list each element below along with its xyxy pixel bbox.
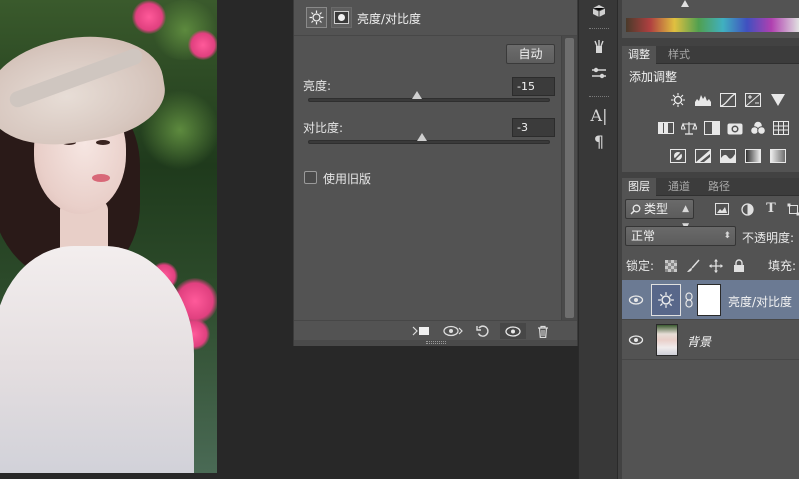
hue-saturation-icon[interactable] xyxy=(657,120,675,136)
adjustments-tabbar: 调整 样式 xyxy=(622,46,799,64)
properties-panel: 亮度/对比度 自动 亮度: -15 对比度: -3 使用旧版 xyxy=(293,0,578,346)
filter-type-icon[interactable]: T xyxy=(763,200,779,216)
lock-brush-icon[interactable] xyxy=(685,258,701,274)
filter-adjustment-icon[interactable] xyxy=(739,201,755,217)
exposure-icon[interactable] xyxy=(744,92,762,108)
clip-to-layer-icon[interactable] xyxy=(408,323,434,339)
properties-body: 自动 亮度: -15 对比度: -3 使用旧版 xyxy=(294,36,562,320)
properties-header: 亮度/对比度 xyxy=(294,0,577,36)
invert-icon[interactable] xyxy=(669,148,687,164)
posterize-icon[interactable] xyxy=(694,148,712,164)
photo-flower xyxy=(188,30,217,60)
tab-channels[interactable]: 通道 xyxy=(662,178,696,196)
brightness-value-input[interactable]: -15 xyxy=(512,77,555,96)
legacy-label: 使用旧版 xyxy=(323,172,372,186)
layer-filter-label: 类型 xyxy=(644,202,669,216)
auto-button[interactable]: 自动 xyxy=(506,44,555,64)
visibility-eye-icon[interactable] xyxy=(628,332,644,348)
properties-scrollbar[interactable] xyxy=(561,36,577,320)
properties-title: 亮度/对比度 xyxy=(357,12,422,26)
collapsed-panel-strip: A| ¶ xyxy=(578,0,618,479)
threshold-icon[interactable] xyxy=(719,148,737,164)
brightness-label: 亮度: xyxy=(303,79,332,93)
properties-resize-grip[interactable] xyxy=(294,340,577,346)
brush-presets-icon[interactable] xyxy=(587,36,611,58)
tool-presets-icon[interactable] xyxy=(587,62,611,84)
paragraph-panel-icon[interactable]: ¶ xyxy=(587,130,611,152)
contrast-slider-thumb[interactable] xyxy=(416,133,427,141)
tab-styles[interactable]: 样式 xyxy=(662,46,696,64)
strip-grip[interactable] xyxy=(589,28,609,31)
color-ramp[interactable] xyxy=(622,0,799,38)
character-panel-icon[interactable]: A| xyxy=(587,104,611,126)
color-ramp-marker xyxy=(681,0,689,7)
brightness-contrast-icon[interactable] xyxy=(669,92,687,108)
gradient-map-icon[interactable] xyxy=(744,148,762,164)
layer-mask-thumbnail[interactable] xyxy=(697,284,721,316)
brightness-slider-thumb[interactable] xyxy=(411,91,422,99)
color-spectrum[interactable] xyxy=(626,18,799,32)
properties-footer xyxy=(294,320,577,340)
layer-name[interactable]: 背景 xyxy=(687,333,711,350)
curves-icon[interactable] xyxy=(719,92,737,108)
tab-layers[interactable]: 图层 xyxy=(622,178,656,196)
layer-name[interactable]: 亮度/对比度 xyxy=(728,293,792,310)
opacity-label: 不透明度: xyxy=(742,231,795,245)
layers-tabbar: 图层 通道 路径 xyxy=(622,178,799,196)
blend-mode-dropdown[interactable]: 正常 ⬍ xyxy=(625,226,736,246)
photo-lips xyxy=(92,174,110,182)
3d-cube-icon[interactable] xyxy=(587,0,611,22)
photo-dress xyxy=(0,246,194,473)
visibility-eye-icon[interactable] xyxy=(628,292,644,308)
layer-row-background[interactable]: 背景 xyxy=(622,320,799,360)
legacy-checkbox[interactable] xyxy=(304,171,317,184)
selective-color-icon[interactable] xyxy=(769,148,787,164)
tab-paths[interactable]: 路径 xyxy=(702,178,736,196)
contrast-label: 对比度: xyxy=(303,121,344,135)
brightness-contrast-icon[interactable] xyxy=(306,7,327,28)
layer-filter-dropdown[interactable]: 类型 ▲▼ xyxy=(625,199,694,232)
color-balance-icon[interactable] xyxy=(680,120,698,136)
lock-transparent-icon[interactable] xyxy=(663,258,679,274)
right-panel-dock: 调整 样式 添加调整 图层 通道 路径 类型 ▲▼ xyxy=(618,0,799,479)
filter-pixel-icon[interactable] xyxy=(714,201,730,217)
search-icon xyxy=(630,204,641,215)
brightness-contrast-icon xyxy=(658,292,674,308)
fill-label: 填充: xyxy=(768,259,797,273)
black-white-icon[interactable] xyxy=(703,120,721,136)
vibrance-triangle-icon[interactable] xyxy=(769,92,787,108)
chain-link-icon[interactable] xyxy=(685,292,693,308)
adjustment-layer-thumbnail[interactable] xyxy=(651,284,681,316)
brightness-slider-track[interactable] xyxy=(308,98,550,102)
adjustments-panel: 添加调整 xyxy=(622,64,799,172)
adjustments-title: 添加调整 xyxy=(629,70,678,84)
visibility-eye-icon[interactable] xyxy=(500,323,526,339)
photo-eye xyxy=(96,140,110,145)
reset-icon[interactable] xyxy=(470,323,496,339)
layers-panel: 类型 ▲▼ T 正常 ⬍ 不透明度: 锁定: 填充: 亮度/对比度 xyxy=(622,196,799,479)
lock-all-icon[interactable] xyxy=(731,258,747,274)
filter-shape-icon[interactable] xyxy=(785,201,799,217)
layer-mask-icon[interactable] xyxy=(331,7,352,28)
contrast-slider-track[interactable] xyxy=(308,140,550,144)
background-layer-thumbnail[interactable] xyxy=(656,324,678,356)
layer-row-brightness-contrast[interactable]: 亮度/对比度 xyxy=(622,280,799,320)
photo-filter-icon[interactable] xyxy=(726,120,744,136)
chevron-updown-icon: ⬍ xyxy=(723,231,731,241)
view-previous-icon[interactable] xyxy=(440,323,466,339)
channel-mixer-icon[interactable] xyxy=(749,120,767,136)
tab-adjustments[interactable]: 调整 xyxy=(622,46,656,64)
photo-flower xyxy=(132,0,166,34)
blend-mode-value: 正常 xyxy=(631,229,656,243)
scrollbar-thumb[interactable] xyxy=(565,38,574,318)
canvas-photo[interactable] xyxy=(0,0,217,473)
levels-icon[interactable] xyxy=(694,92,712,108)
lock-label: 锁定: xyxy=(626,259,655,273)
strip-grip[interactable] xyxy=(589,96,609,99)
trash-icon[interactable] xyxy=(530,323,556,339)
contrast-value-input[interactable]: -3 xyxy=(512,118,555,137)
lock-move-icon[interactable] xyxy=(708,258,724,274)
color-lookup-icon[interactable] xyxy=(772,120,790,136)
